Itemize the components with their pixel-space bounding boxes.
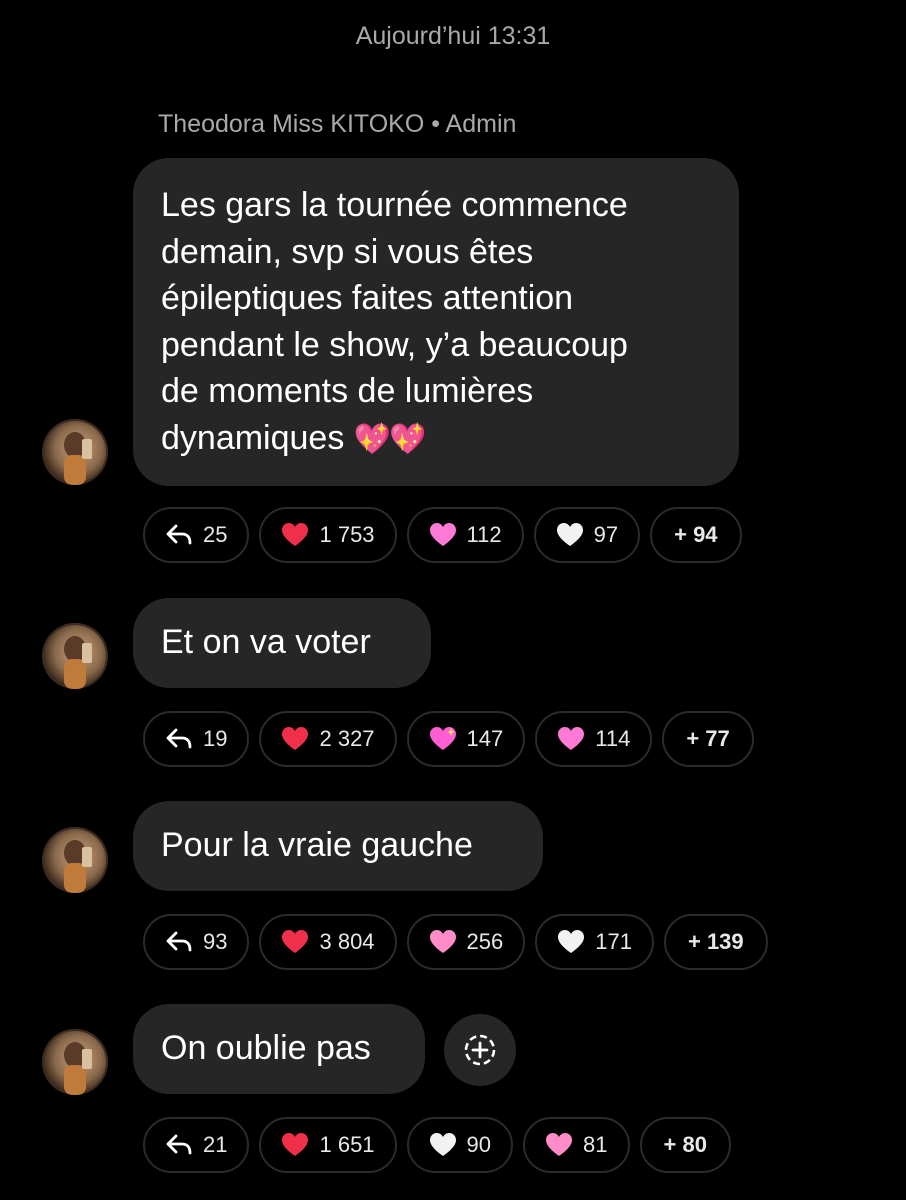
message-bubble[interactable]: Les gars la tournée commence demain, svp…: [133, 158, 739, 486]
reply-arrow-icon: [166, 524, 192, 545]
message-bubble[interactable]: On oublie pas: [133, 1004, 425, 1094]
reaction-count: 171: [595, 929, 632, 954]
avatar[interactable]: [42, 1029, 108, 1095]
reaction-count: 2 327: [319, 726, 375, 751]
avatar[interactable]: [42, 419, 108, 485]
reaction-bar: 21 1 651 90 81 + 80: [143, 1117, 731, 1173]
reply-chip[interactable]: 25: [143, 507, 250, 563]
reply-count: 21: [203, 1132, 228, 1157]
reaction-count: 90: [466, 1132, 492, 1157]
reaction-chip-red-heart[interactable]: 1 753: [259, 507, 397, 563]
white-heart-icon: [556, 523, 583, 546]
reply-count: 93: [203, 929, 228, 954]
message-text-line: pendant le show, y’a beaucoup: [161, 325, 628, 364]
reply-chip[interactable]: 21: [143, 1117, 250, 1173]
message-text-line: demain, svp si vous êtes: [161, 232, 534, 271]
reaction-chip-pink-heart[interactable]: 81: [523, 1117, 630, 1173]
pink-heart-icon: [546, 1133, 573, 1156]
reaction-count: 112: [466, 522, 502, 547]
red-heart-icon: [282, 1133, 309, 1156]
reaction-chip-pink-heart[interactable]: 112: [406, 507, 524, 563]
red-heart-icon: [282, 930, 309, 953]
message-bubble[interactable]: Et on va voter: [133, 598, 431, 688]
reaction-count: 1 753: [319, 522, 375, 547]
add-reaction-icon: [464, 1034, 496, 1066]
message-text-line: de moments de lumières: [161, 372, 534, 410]
reaction-bar: 25 1 753 112 97 + 94: [143, 507, 742, 563]
message-text-line: Pour la vraie gauche: [161, 826, 473, 864]
reaction-count: 3 804: [319, 929, 375, 954]
pink-heart-icon: [558, 727, 585, 750]
message-text-line: épileptiques faites attention: [161, 279, 574, 317]
reaction-chip-pink-heart[interactable]: 114: [535, 711, 653, 767]
reaction-chip-white-heart[interactable]: 171: [535, 914, 654, 970]
reaction-chip-red-heart[interactable]: 2 327: [259, 711, 397, 767]
red-heart-icon: [282, 523, 309, 546]
pink-heart-icon: [429, 930, 456, 953]
reply-count: 25: [203, 522, 228, 547]
reaction-count: 97: [593, 522, 619, 547]
reaction-chip-red-heart[interactable]: 3 804: [259, 914, 397, 970]
sparkling-heart-icon: [429, 727, 456, 750]
white-heart-icon: [558, 930, 585, 953]
timestamp: Aujourd’hui 13:31: [355, 22, 551, 50]
message-text-line: On oublie pas: [161, 1029, 371, 1067]
reaction-count: 147: [466, 726, 504, 751]
reaction-chip-white-heart[interactable]: 90: [406, 1117, 514, 1173]
message-text-line: Et on va voter: [161, 623, 371, 661]
reaction-count: 114: [595, 726, 631, 751]
reply-arrow-icon: [166, 1134, 192, 1155]
more-reactions-chip[interactable]: + 77: [662, 711, 754, 767]
avatar[interactable]: [42, 623, 108, 689]
message-text-line: dynamiques: [161, 418, 345, 457]
reaction-chip-white-heart[interactable]: 97: [533, 507, 641, 563]
reaction-count: 81: [583, 1132, 608, 1157]
reaction-bar: 93 3 804 256 171 + 139: [143, 914, 768, 970]
reply-count: 19: [203, 726, 228, 751]
message-text-line: Les gars la tournée commence: [161, 186, 628, 224]
reaction-chip-sparkling-heart[interactable]: 147: [406, 711, 526, 767]
reply-arrow-icon: [166, 931, 192, 952]
profile-photo-icon: [64, 636, 92, 689]
reply-chip[interactable]: 93: [143, 914, 250, 970]
reply-arrow-icon: [166, 728, 192, 749]
profile-photo-icon: [64, 1042, 92, 1095]
add-reaction-button[interactable]: [444, 1014, 516, 1086]
profile-photo-icon: [64, 432, 92, 485]
reaction-chip-red-heart[interactable]: 1 651: [259, 1117, 397, 1173]
sender-label[interactable]: Theodora Miss KITOKO • Admin: [158, 110, 516, 139]
more-reactions-chip[interactable]: + 139: [663, 914, 768, 970]
more-reactions-chip[interactable]: + 94: [650, 507, 742, 563]
reaction-count: 1 651: [319, 1132, 375, 1157]
message-bubble[interactable]: Pour la vraie gauche: [133, 801, 543, 891]
red-heart-icon: [282, 727, 309, 750]
profile-photo-icon: [64, 840, 92, 893]
reaction-count: 256: [466, 929, 504, 954]
pink-heart-icon: [429, 523, 456, 546]
more-reactions-chip[interactable]: + 80: [639, 1117, 731, 1173]
reaction-bar: 19 2 327 147 114 + 77: [143, 711, 754, 767]
sparkling-heart-emoji: 💖💖: [353, 421, 427, 457]
reaction-chip-pink-heart[interactable]: 256: [406, 914, 526, 970]
avatar[interactable]: [42, 827, 108, 893]
white-heart-icon: [429, 1133, 456, 1156]
reply-chip[interactable]: 19: [143, 711, 250, 767]
